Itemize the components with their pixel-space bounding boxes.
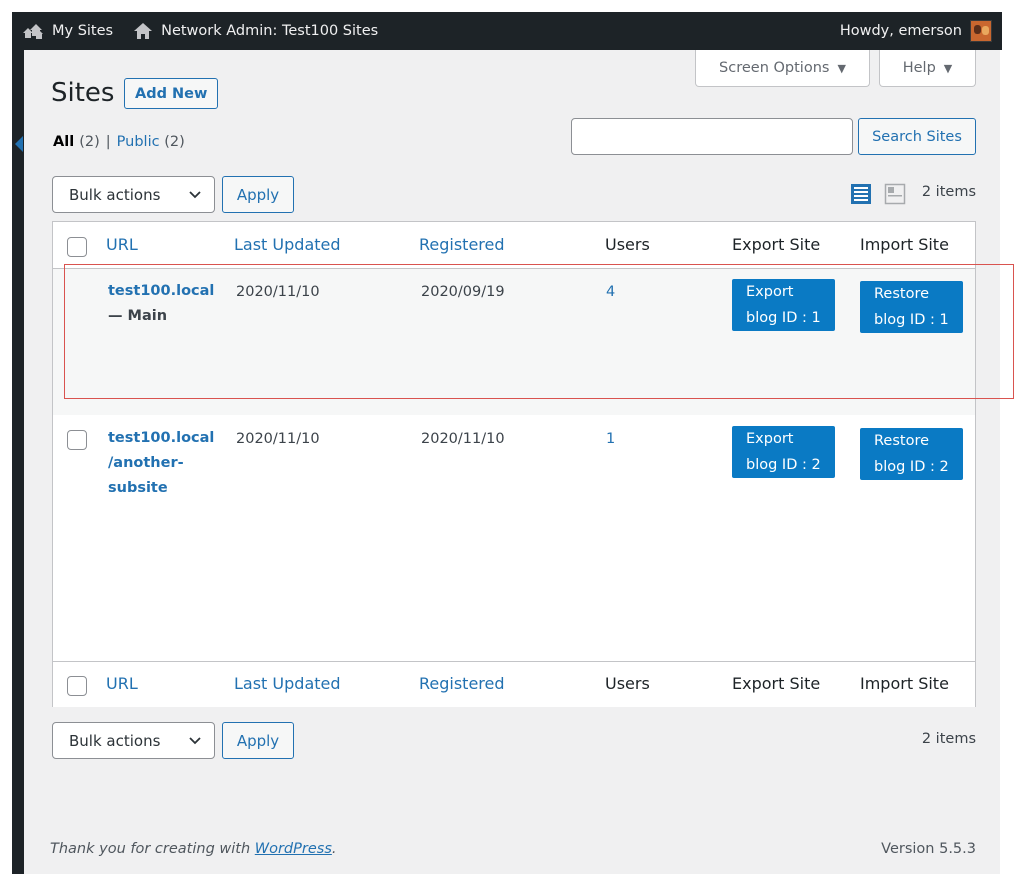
row-checkbox[interactable] — [67, 430, 87, 450]
howdy-label: Howdy, emerson — [839, 23, 962, 39]
footer-thanks-suffix: . — [331, 841, 337, 857]
registered-value: 2020/09/19 — [421, 284, 505, 300]
registered-value: 2020/11/10 — [421, 431, 505, 447]
caret-down-icon: ▼ — [837, 61, 846, 75]
table-footer: URL Last Updated Registered Users Export… — [53, 661, 975, 707]
bulk-actions-label: Bulk actions — [69, 185, 161, 204]
column-users: Users — [605, 235, 650, 254]
site-url-link[interactable]: test100.local — [108, 426, 214, 451]
column-import-site: Import Site — [860, 674, 949, 693]
screen-options-button[interactable]: Screen Options ▼ — [695, 50, 870, 87]
filter-public[interactable]: Public (2) — [117, 134, 185, 150]
apply-button-bottom[interactable]: Apply — [222, 722, 294, 759]
search-input[interactable] — [571, 118, 853, 155]
export-button-line2: blog ID : 1 — [746, 310, 821, 326]
column-last-updated[interactable]: Last Updated — [234, 674, 341, 693]
restore-button-line1: Restore — [874, 286, 930, 302]
bulk-actions-select[interactable]: Bulk actions — [52, 176, 215, 213]
screen-options-label: Screen Options — [719, 60, 830, 76]
admin-bar: My Sites Network Admin: Test100 Sites Ho… — [12, 12, 1002, 50]
column-export-site: Export Site — [732, 674, 821, 693]
items-count: 2 items — [921, 184, 976, 200]
column-registered[interactable]: Registered — [419, 235, 505, 254]
help-label: Help — [902, 60, 936, 76]
help-button[interactable]: Help ▼ — [879, 50, 976, 87]
search-sites-button[interactable]: Search Sites — [858, 118, 976, 155]
chevron-down-icon — [188, 187, 202, 205]
my-sites-menu[interactable]: My Sites — [12, 12, 123, 50]
restore-site-button[interactable]: Restore blog ID : 2 — [860, 428, 963, 480]
network-admin-menu[interactable]: Network Admin: Test100 Sites — [123, 12, 388, 50]
table-header: URL Last Updated Registered Users Export… — [53, 222, 975, 269]
filter-public-count: (2) — [164, 134, 185, 150]
page-title: Sites — [51, 78, 115, 108]
column-import-site: Import Site — [860, 235, 949, 254]
filter-all-count: (2) — [79, 134, 100, 150]
column-users: Users — [605, 674, 650, 693]
site-url-link-line3[interactable]: subsite — [108, 476, 168, 501]
caret-down-icon: ▼ — [943, 61, 953, 75]
column-registered[interactable]: Registered — [419, 674, 505, 693]
column-url[interactable]: URL — [106, 235, 138, 254]
column-url[interactable]: URL — [106, 674, 138, 693]
filter-all[interactable]: All (2) — [53, 134, 100, 150]
restore-button-line1: Restore — [874, 433, 930, 449]
column-export-site: Export Site — [732, 235, 821, 254]
export-button-line1: Export — [746, 284, 794, 300]
restore-button-line2: blog ID : 2 — [874, 459, 949, 475]
my-sites-label: My Sites — [52, 23, 114, 39]
items-count-bottom: 2 items — [921, 731, 976, 747]
filter-separator: | — [105, 134, 111, 150]
network-admin-label: Network Admin: Test100 Sites — [161, 23, 379, 39]
footer-thankyou: Thank you for creating with WordPress. — [50, 841, 336, 857]
main-content: Screen Options ▼ Help ▼ Sites Add New Al… — [24, 50, 1000, 874]
site-url-link[interactable]: test100.local — [108, 279, 214, 304]
export-button-line1: Export — [746, 431, 794, 447]
wordpress-link[interactable]: WordPress — [255, 841, 332, 857]
select-all-checkbox-bottom[interactable] — [67, 676, 87, 696]
export-site-button[interactable]: Export blog ID : 1 — [732, 279, 835, 331]
last-updated-value: 2020/11/10 — [236, 431, 320, 447]
excerpt-view-icon[interactable] — [884, 183, 906, 205]
filter-all-label: All — [53, 134, 75, 150]
users-count-link[interactable]: 4 — [606, 284, 615, 300]
restore-button-line2: blog ID : 1 — [874, 312, 949, 328]
current-menu-arrow — [15, 136, 23, 152]
footer-thanks-prefix: Thank you for creating with — [50, 841, 255, 857]
site-main-label: — Main — [108, 308, 168, 324]
add-new-button[interactable]: Add New — [124, 78, 219, 109]
restore-site-button[interactable]: Restore blog ID : 1 — [860, 281, 963, 333]
avatar — [970, 20, 992, 42]
footer-version: Version 5.5.3 — [881, 841, 976, 857]
apply-button[interactable]: Apply — [222, 176, 294, 213]
filter-public-label: Public — [116, 134, 160, 150]
table-row: test100.local — Main 2020/11/10 2020/09/… — [53, 269, 975, 415]
chevron-down-icon — [188, 733, 202, 751]
column-last-updated[interactable]: Last Updated — [234, 235, 341, 254]
my-sites-icon — [22, 22, 44, 40]
export-button-line2: blog ID : 2 — [746, 457, 821, 473]
select-all-checkbox[interactable] — [67, 237, 87, 257]
bulk-actions-label: Bulk actions — [69, 731, 161, 750]
bulk-actions-select-bottom[interactable]: Bulk actions — [52, 722, 215, 759]
view-switch — [850, 183, 906, 205]
my-account-menu[interactable]: Howdy, emerson — [830, 12, 1002, 50]
last-updated-value: 2020/11/10 — [236, 284, 320, 300]
list-view-icon[interactable] — [850, 183, 872, 205]
site-url-link-line2[interactable]: /another- — [108, 451, 184, 476]
export-site-button[interactable]: Export blog ID : 2 — [732, 426, 835, 478]
sites-table: URL Last Updated Registered Users Export… — [52, 221, 976, 707]
status-filters: All (2) | Public (2) — [53, 134, 185, 150]
home-icon — [133, 22, 153, 40]
users-count-link[interactable]: 1 — [606, 431, 615, 447]
